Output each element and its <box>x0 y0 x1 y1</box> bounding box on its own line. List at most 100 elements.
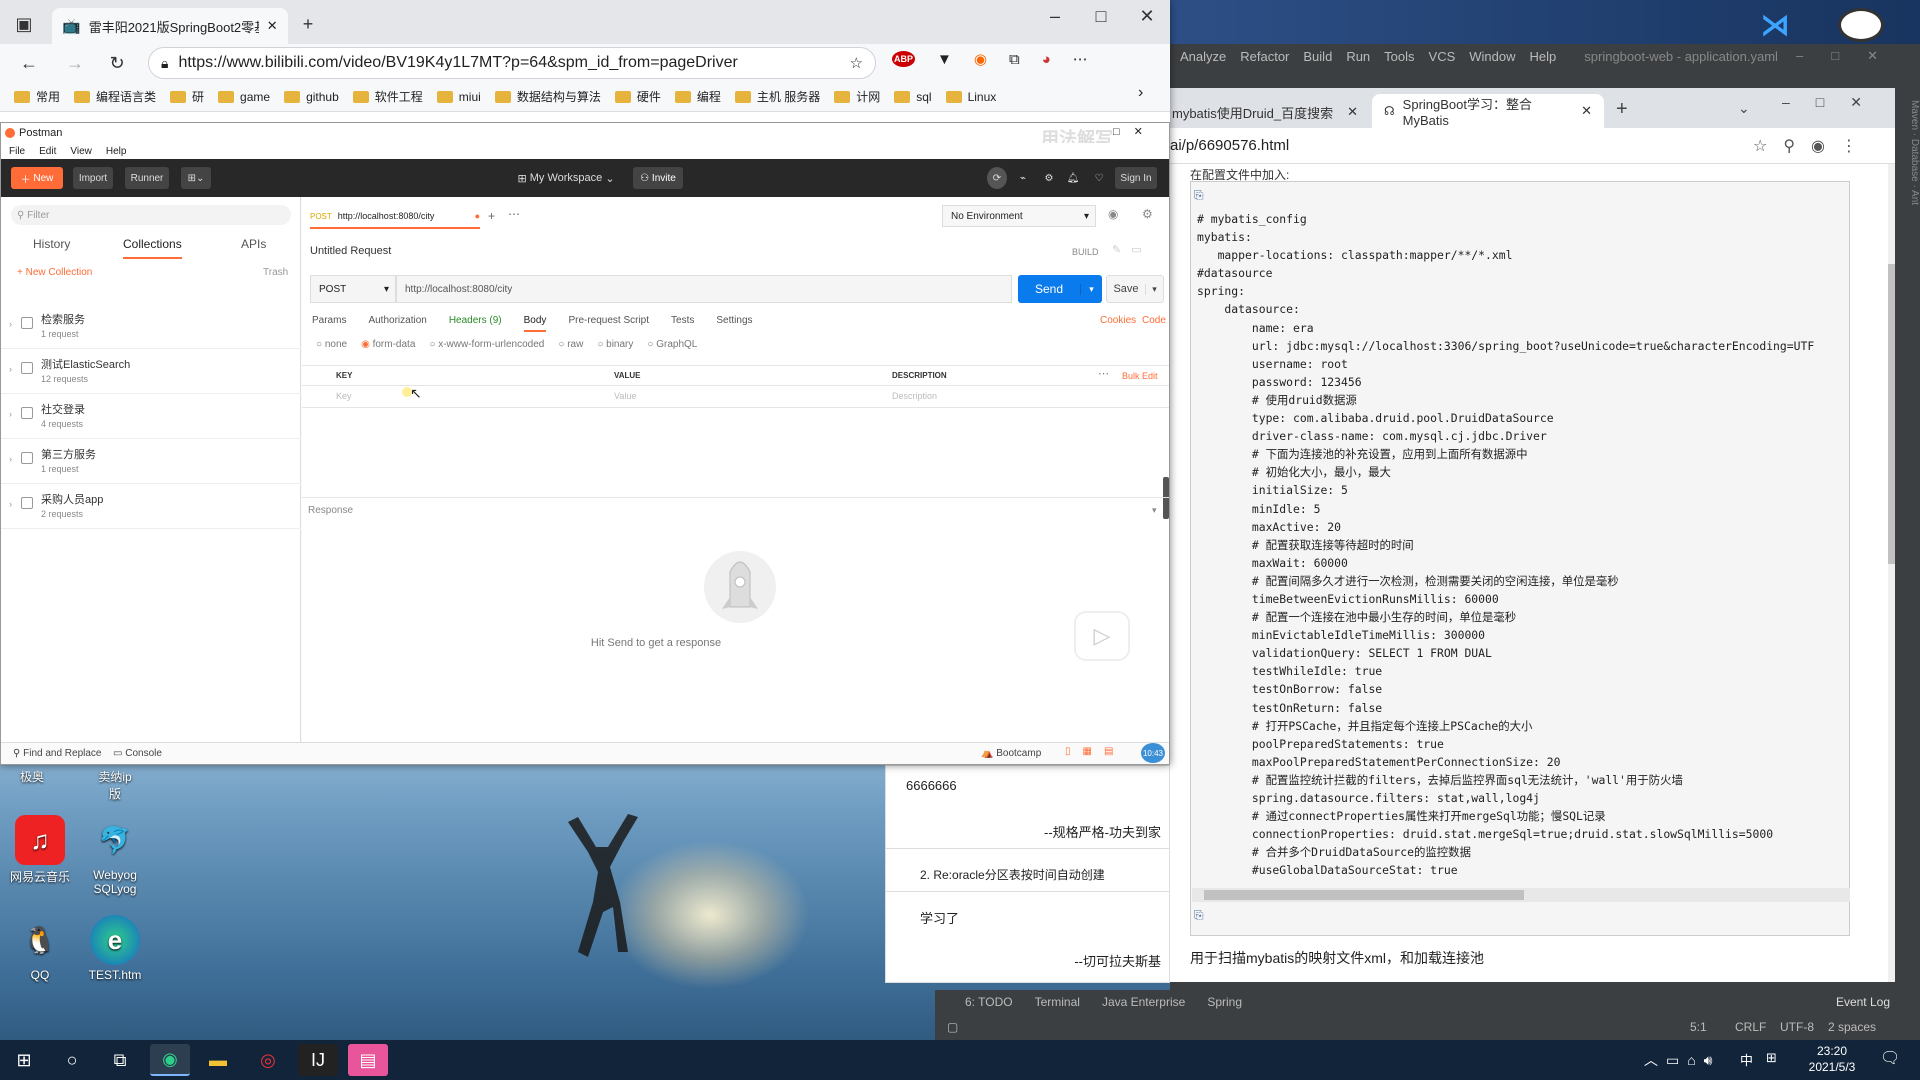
value-input[interactable]: Value <box>614 391 636 401</box>
chrome-tab-springboot[interactable]: ☊ SpringBoot学习：整合MyBatis ✕ <box>1372 94 1604 128</box>
favorite-folder[interactable]: 编程语言类 <box>74 88 166 105</box>
ide-tab-spring[interactable]: Spring <box>1207 995 1242 1009</box>
adblock-icon[interactable]: ABP <box>892 51 916 67</box>
ide-menu-vcs[interactable]: VCS <box>1429 49 1456 64</box>
description-input[interactable]: Description <box>892 391 937 401</box>
request-tab-pre-request[interactable]: Pre-request Script <box>568 315 649 332</box>
body-type-radio[interactable]: ○ GraphQL <box>647 339 697 350</box>
request-tab-params[interactable]: Params <box>312 315 346 332</box>
favorite-folder[interactable]: 软件工程 <box>352 88 433 105</box>
favorite-folder[interactable]: 计网 <box>834 88 890 105</box>
console-button[interactable]: ▭ Console <box>113 748 162 759</box>
request-tab-authorization[interactable]: Authorization <box>368 315 426 332</box>
favorite-folder[interactable]: sql <box>894 90 941 104</box>
desktop-icon-qq[interactable]: 🐧 QQ <box>0 915 80 983</box>
url-text[interactable]: https://www.bilibili.com/video/BV19K4y1L… <box>178 54 737 72</box>
chevron-right-icon[interactable]: › <box>9 319 12 329</box>
comment-author[interactable]: --切可拉夫斯基 <box>1074 951 1161 970</box>
key-input[interactable]: Key <box>336 391 352 401</box>
ide-tab-terminal[interactable]: Terminal <box>1035 995 1080 1009</box>
edge-tab-bilibili[interactable]: 📺 雷丰阳2021版SpringBoot2零基 ✕ <box>52 8 288 44</box>
collection-item[interactable]: › 采购人员app 2 requests <box>1 483 301 529</box>
chevron-right-icon[interactable]: › <box>9 454 12 464</box>
body-type-radio[interactable]: ◉ form-data <box>361 339 415 350</box>
code-link[interactable]: Code <box>1142 315 1166 326</box>
ide-event-log[interactable]: Event Log <box>1836 995 1890 1009</box>
ide-menu-tools[interactable]: Tools <box>1384 49 1414 64</box>
collection-item[interactable]: › 社交登录 4 requests <box>1 393 301 439</box>
favorite-folder[interactable]: 硬件 <box>614 88 671 105</box>
close-window-icon[interactable]: ✕ <box>1132 4 1162 28</box>
back-icon[interactable]: ← <box>16 50 42 76</box>
comment-title[interactable]: 2. Re:oracle分区表按时间自动创建 <box>920 866 1105 883</box>
menu-view[interactable]: View <box>70 146 92 157</box>
trash-link[interactable]: Trash <box>263 267 288 278</box>
ide-menu-analyze[interactable]: Analyze <box>1180 49 1226 64</box>
url-input[interactable]: http://localhost:8080/city <box>396 275 1012 303</box>
taskbar-chrome-icon[interactable]: ◎ <box>248 1044 288 1076</box>
tab-apis[interactable]: APIs <box>241 237 266 251</box>
ide-tab-todo[interactable]: 6: TODO <box>965 995 1013 1009</box>
invite-button[interactable]: ⚇ Invite <box>633 167 683 189</box>
maximize-icon[interactable]: □ <box>1086 4 1116 28</box>
start-windows-icon[interactable]: ⊞ <box>4 1044 44 1076</box>
collection-item[interactable]: › 检索服务 1 request <box>1 303 301 349</box>
favorite-star-icon[interactable]: ☆ <box>850 54 863 72</box>
menu-help[interactable]: Help <box>106 146 127 157</box>
find-replace-button[interactable]: ⚲ Find and Replace <box>13 748 102 759</box>
tab-collections[interactable]: Collections <box>123 237 182 259</box>
cookies-link[interactable]: Cookies <box>1100 315 1136 326</box>
system-tray-icons[interactable]: ︿▭⌂🔊︎ <box>1644 1050 1721 1070</box>
chevron-right-icon[interactable]: › <box>9 499 12 509</box>
ime-indicator[interactable]: 中 <box>1740 1050 1753 1069</box>
filter-input[interactable]: ⚲ Filter <box>11 205 291 225</box>
save-button[interactable]: Save ▾ <box>1106 275 1164 303</box>
tab-history[interactable]: History <box>33 237 70 251</box>
chrome-window-controls[interactable]: –□✕ <box>1782 94 1888 111</box>
ide-menu-window[interactable]: Window <box>1469 49 1515 64</box>
favorite-folder[interactable]: 主机 服务器 <box>734 88 830 105</box>
favorite-folder[interactable]: 研 <box>170 88 214 105</box>
settings-gear-icon[interactable]: ⚙ <box>1041 167 1057 189</box>
close-icon[interactable]: ✕ <box>1581 103 1592 119</box>
ide-tab-java-enterprise[interactable]: Java Enterprise <box>1102 995 1185 1009</box>
extension-v-icon[interactable]: ▼ <box>937 51 952 68</box>
ide-window-controls[interactable]: –□✕ <box>1796 48 1906 64</box>
ide-menu-help[interactable]: Help <box>1530 49 1557 64</box>
ide-line-sep[interactable]: CRLF <box>1735 1020 1766 1034</box>
ide-indent[interactable]: 2 spaces <box>1828 1020 1876 1034</box>
video-play-icon[interactable]: ▷ <box>1074 611 1130 661</box>
request-tab-settings[interactable]: Settings <box>716 315 752 332</box>
menu-file[interactable]: File <box>9 146 25 157</box>
chevron-right-icon[interactable]: › <box>9 364 12 374</box>
bulk-edit-link[interactable]: Bulk Edit <box>1122 371 1158 381</box>
close-icon[interactable]: ✕ <box>267 18 278 34</box>
close-icon[interactable]: ✕ <box>1347 104 1358 120</box>
desktop-icon-test-htm[interactable]: e TEST.htm <box>75 915 155 982</box>
chevron-right-icon[interactable]: › <box>9 409 12 419</box>
chrome-addressbar[interactable]: ai/p/6690576.html ☆⚲◉⋮ <box>1170 128 1895 164</box>
request-tab[interactable]: POST http://localhost:8080/city ● <box>310 205 480 229</box>
url-text[interactable]: ai/p/6690576.html <box>1170 137 1289 154</box>
chrome-tab-baidu[interactable]: mybatis使用Druid_百度搜索 ✕ <box>1170 96 1370 128</box>
table-more-icon[interactable]: ⋯ <box>1098 367 1109 380</box>
method-select[interactable]: POST ▾ <box>310 275 396 303</box>
workspace-selector[interactable]: ⊞ My Workspace ⌄ <box>511 167 621 189</box>
eye-icon[interactable]: ◉ <box>1108 207 1118 221</box>
add-tab-icon[interactable]: + <box>488 209 495 223</box>
address-bar[interactable]: 🔒︎ https://www.bilibili.com/video/BV19K4… <box>148 47 876 79</box>
keyboard-layout-icon[interactable]: ⊞ <box>1766 1050 1777 1066</box>
body-type-radio[interactable]: ○ binary <box>597 339 633 350</box>
comment-author[interactable]: --规格严格-功夫到家 <box>1044 822 1161 841</box>
taskbar-explorer-icon[interactable]: ▬ <box>198 1044 238 1076</box>
request-tab-headers[interactable]: Headers (9) <box>449 315 502 332</box>
desktop-icon-sqlyog[interactable]: 🐬 Webyog SQLyog <box>75 815 155 897</box>
response-collapse-icon[interactable]: ▾ <box>1152 505 1157 516</box>
extension-orange-icon[interactable]: ◉ <box>974 50 987 68</box>
body-type-radio[interactable]: ○ x-www-form-urlencoded <box>429 339 544 350</box>
favorite-folder[interactable]: miui <box>436 90 491 104</box>
code-scrollbar-thumb[interactable] <box>1204 890 1524 900</box>
ide-encoding[interactable]: UTF-8 <box>1780 1020 1814 1034</box>
send-dropdown-icon[interactable]: ▾ <box>1080 283 1102 295</box>
ide-caret-pos[interactable]: 5:1 <box>1690 1020 1707 1034</box>
